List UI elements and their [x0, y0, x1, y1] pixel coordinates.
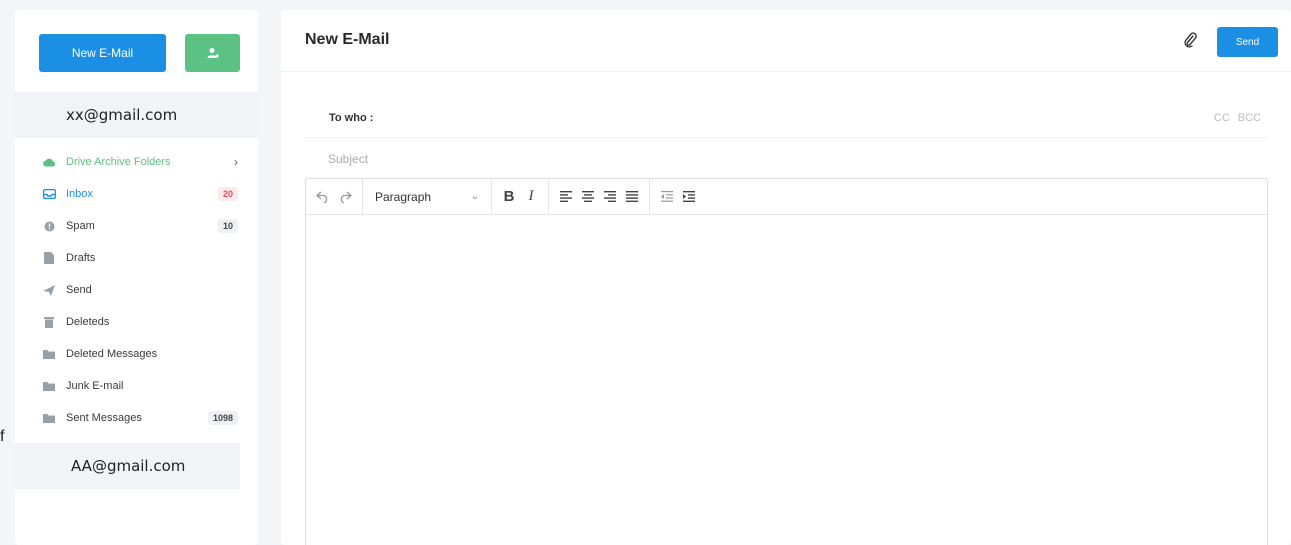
- edge-text-fragment: f: [0, 428, 5, 445]
- align-center-icon[interactable]: [577, 186, 599, 208]
- sidebar-item-spam[interactable]: Spam 10: [15, 210, 258, 242]
- indent-icon[interactable]: [678, 186, 700, 208]
- account-secondary[interactable]: AA@gmail.com: [15, 443, 240, 489]
- subject-input[interactable]: [328, 148, 1228, 170]
- folder-list: Drive Archive Folders › Inbox 20 Spam 10…: [15, 146, 258, 434]
- inbox-icon: [41, 186, 57, 202]
- align-left-icon[interactable]: [555, 186, 577, 208]
- page-title: New E-Mail: [305, 31, 390, 48]
- to-field-row: To who : CC BCC: [305, 98, 1267, 138]
- chevron-down-icon: ⌄: [470, 191, 479, 202]
- account-primary[interactable]: xx@gmail.com: [15, 92, 258, 138]
- undo-icon[interactable]: [312, 186, 334, 208]
- unread-count-badge: 20: [217, 187, 238, 201]
- outdent-icon[interactable]: [656, 186, 678, 208]
- user-add-icon: [207, 48, 219, 58]
- sidebar-item-label: Drafts: [66, 252, 96, 264]
- paragraph-select-value: Paragraph: [375, 189, 432, 204]
- sidebar-item-drive-archive[interactable]: Drive Archive Folders ›: [15, 146, 258, 178]
- sidebar-item-deleteds[interactable]: Deleteds: [15, 306, 258, 338]
- send-button[interactable]: Send: [1217, 27, 1278, 57]
- sidebar-item-inbox[interactable]: Inbox 20: [15, 178, 258, 210]
- compose-header: New E-Mail Send: [281, 10, 1291, 72]
- text-style-group: B I: [492, 179, 549, 214]
- editor-content-area[interactable]: [306, 215, 1267, 545]
- history-group: [306, 179, 363, 214]
- draft-icon: [41, 250, 57, 266]
- folder-icon: [41, 410, 57, 426]
- block-format-group: Paragraph ⌄: [363, 179, 492, 214]
- sidebar-item-label: Sent Messages: [66, 412, 142, 424]
- chevron-right-icon: ›: [234, 155, 238, 169]
- cloud-icon: [41, 154, 57, 170]
- spam-icon: [41, 218, 57, 234]
- count-badge: 1098: [207, 411, 238, 425]
- alignment-group: [549, 179, 650, 214]
- redo-icon[interactable]: [334, 186, 356, 208]
- indent-group: [650, 179, 706, 214]
- sidebar-item-label: Junk E-mail: [66, 380, 124, 392]
- italic-button[interactable]: I: [520, 186, 542, 208]
- folder-icon: [41, 346, 57, 362]
- sidebar-item-send[interactable]: Send: [15, 274, 258, 306]
- sidebar-item-label: Inbox: [66, 188, 93, 200]
- sidebar-item-sent-messages[interactable]: Sent Messages 1098: [15, 402, 258, 434]
- align-justify-icon[interactable]: [621, 186, 643, 208]
- rich-text-editor: Paragraph ⌄ B I: [305, 178, 1268, 545]
- editor-toolbar: Paragraph ⌄ B I: [306, 179, 1267, 215]
- sidebar-item-deleted-messages[interactable]: Deleted Messages: [15, 338, 258, 370]
- compose-panel: New E-Mail Send To who : CC BCC Paragrap…: [281, 10, 1291, 545]
- sidebar-item-label: Deleteds: [66, 316, 110, 328]
- bold-button[interactable]: B: [498, 186, 520, 208]
- sidebar-item-label: Spam: [66, 220, 95, 232]
- paragraph-select[interactable]: Paragraph ⌄: [369, 190, 485, 204]
- folder-icon: [41, 378, 57, 394]
- new-email-button[interactable]: New E-Mail: [39, 34, 166, 72]
- send-icon: [41, 282, 57, 298]
- paperclip-icon[interactable]: [1183, 32, 1199, 48]
- sidebar-item-label: Drive Archive Folders: [66, 156, 171, 168]
- trash-icon: [41, 314, 57, 330]
- align-right-icon[interactable]: [599, 186, 621, 208]
- count-badge: 10: [217, 219, 238, 233]
- to-label: To who :: [329, 111, 374, 124]
- sidebar-item-drafts[interactable]: Drafts: [15, 242, 258, 274]
- cc-toggle[interactable]: CC: [1214, 112, 1230, 124]
- sidebar-item-label: Send: [66, 284, 92, 296]
- sidebar-item-junk-email[interactable]: Junk E-mail: [15, 370, 258, 402]
- sidebar: New E-Mail xx@gmail.com Drive Archive Fo…: [15, 10, 258, 545]
- to-input[interactable]: [381, 111, 1214, 124]
- top-strip: [281, 0, 1291, 10]
- add-contact-button[interactable]: [185, 34, 240, 72]
- sidebar-item-label: Deleted Messages: [66, 348, 158, 360]
- bcc-toggle[interactable]: BCC: [1238, 112, 1261, 124]
